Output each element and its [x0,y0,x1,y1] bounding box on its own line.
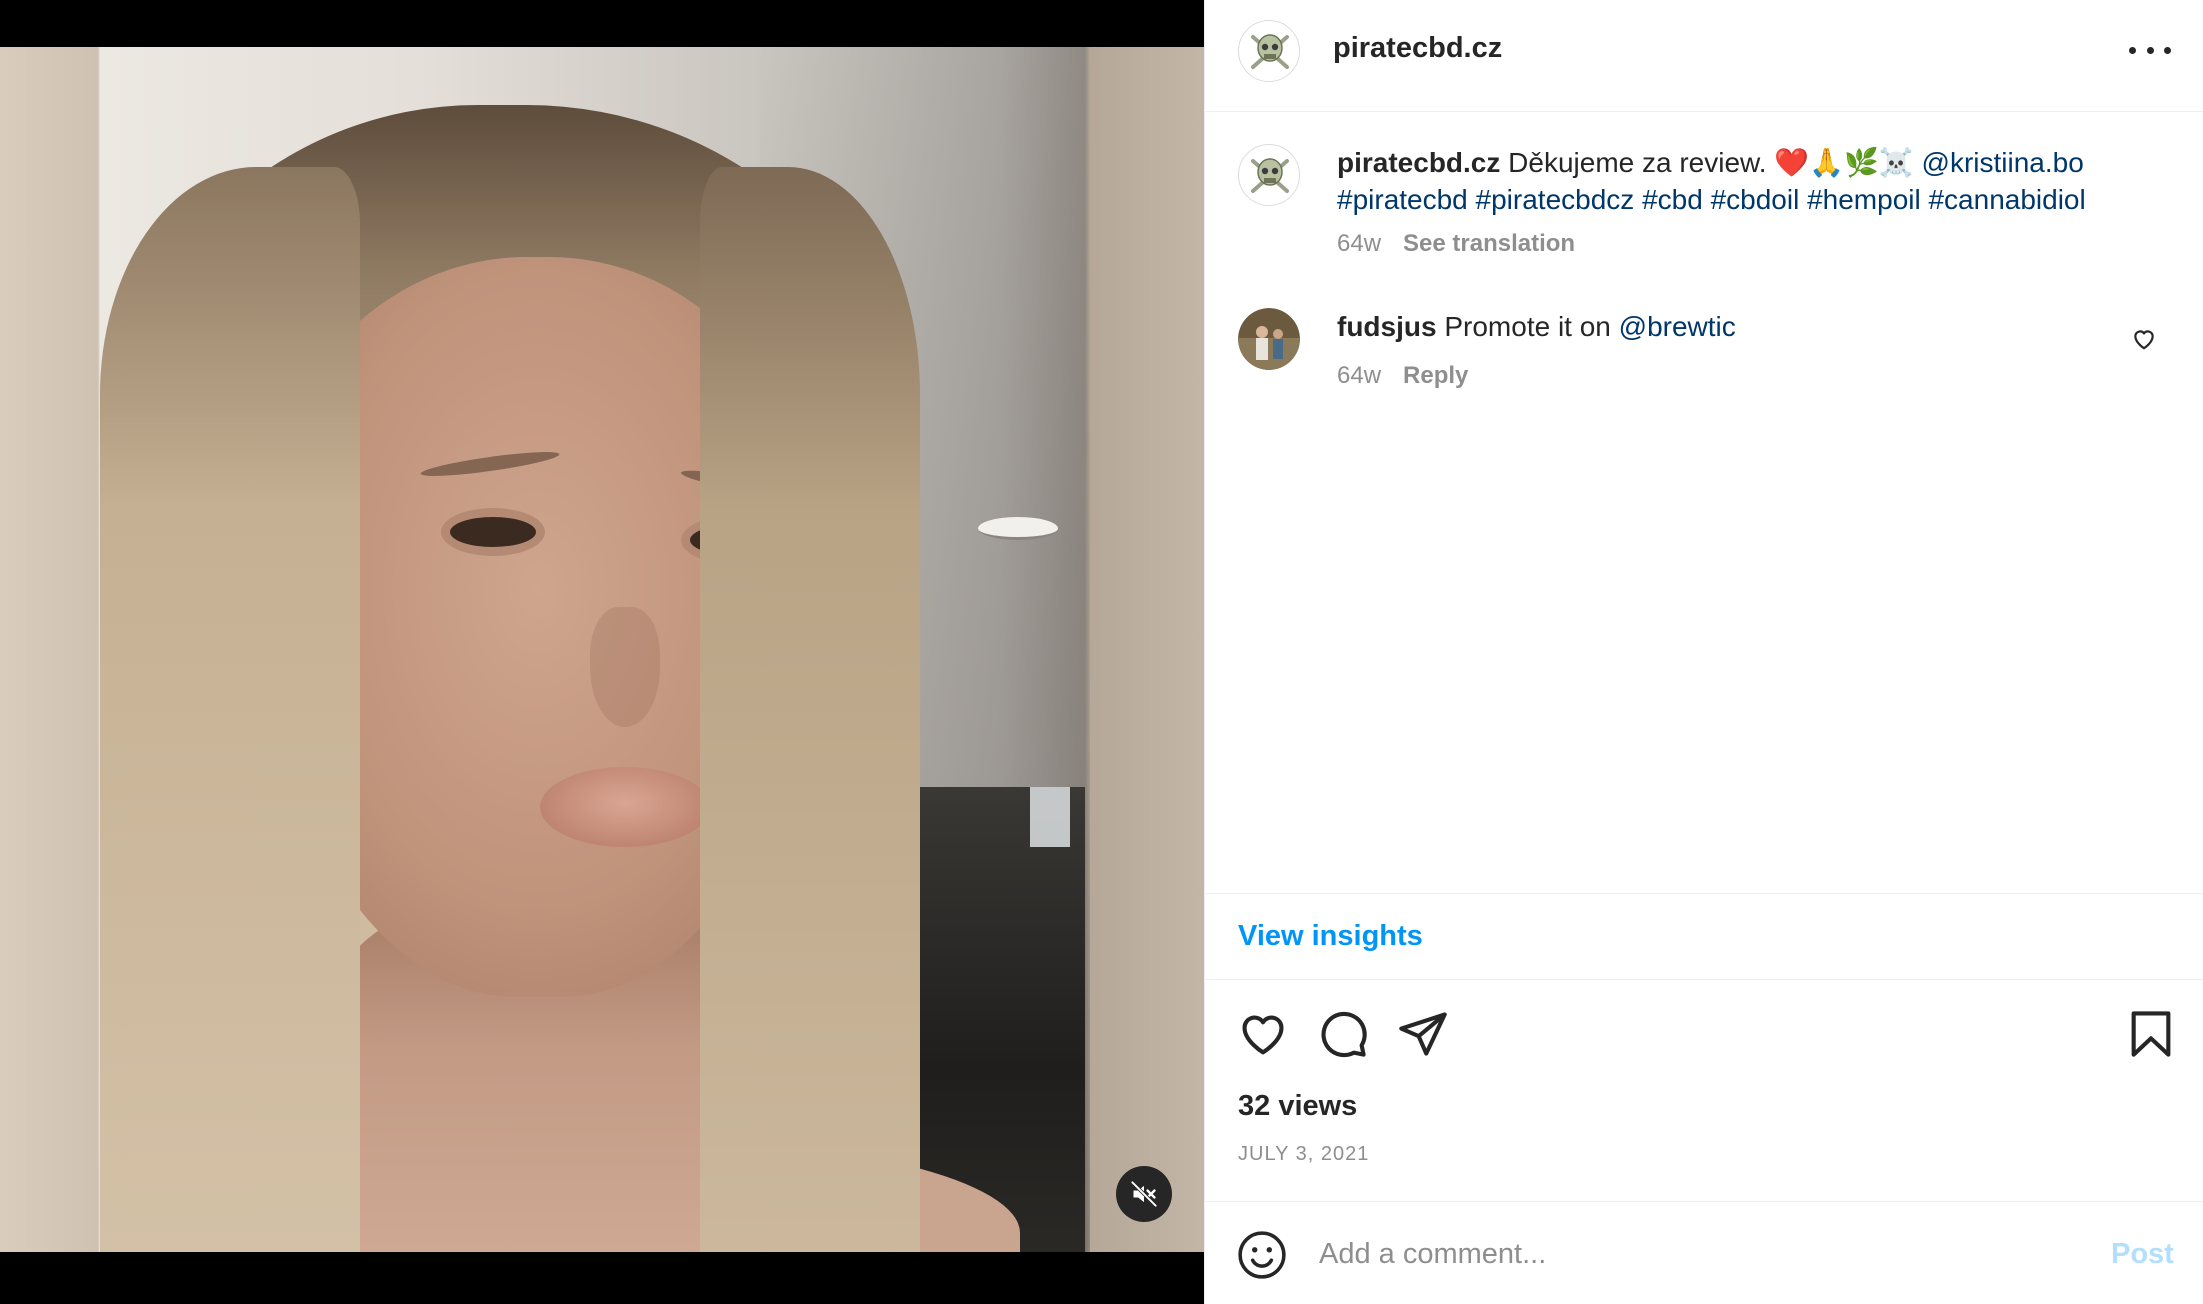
post-header: piratecbd.cz [1205,0,2203,112]
comment-username[interactable]: fudsjus [1337,311,1437,342]
post-date[interactable]: JULY 3, 2021 [1238,1143,1369,1166]
view-insights-link[interactable]: View insights [1238,920,1423,953]
more-dot [2146,46,2154,54]
hair-strand-left [100,167,360,1252]
lips [540,767,710,847]
comment-bubble-icon[interactable] [1317,1008,1369,1060]
reply-button[interactable]: Reply [1403,362,1468,389]
comment-input[interactable] [1317,1228,2041,1280]
commenter-avatar[interactable] [1238,308,1300,370]
mute-button[interactable] [1116,1166,1172,1222]
post-details-panel: piratecbd.cz piratecbd.cz Děkujeme za re… [1204,0,2203,1304]
post-username[interactable]: piratecbd.cz [1333,32,1502,65]
hair-strand-right [700,167,920,1252]
more-options-button[interactable] [2129,34,2171,66]
post-media[interactable] [0,0,1204,1304]
nose [590,607,660,727]
pirate-skull-logo-icon [1240,146,1299,205]
more-options-icon [2129,46,2136,54]
more-dot [2164,46,2171,54]
post-comment-button[interactable]: Post [2111,1238,2174,1271]
paper-plane-icon[interactable] [1397,1008,1449,1060]
bookmark-icon[interactable] [2125,1008,2177,1060]
caption-meta: 64w See translation [1337,230,1575,258]
comment-like-heart-icon[interactable] [2131,326,2157,352]
pirate-skull-logo-icon [1240,22,1299,81]
caption-hashtags[interactable]: #piratecbd #piratecbdcz #cbd #cbdoil #he… [1337,184,2086,215]
insights-bar: View insights [1205,893,2203,980]
background-window [1030,787,1070,847]
see-translation-link[interactable]: See translation [1403,230,1575,257]
emoji-smile-icon[interactable] [1237,1230,1287,1280]
comment-mention[interactable]: @brewtic [1619,311,1736,342]
commenter-photo-icon [1238,308,1300,370]
left-eye [450,517,536,547]
ceiling-lamp [978,517,1058,540]
comment-meta: 64w Reply [1337,362,1468,390]
speaker-muted-icon [1131,1181,1157,1207]
post-caption: piratecbd.cz Děkujeme za review. ❤️🙏🌿☠️ … [1337,144,2177,218]
add-comment-bar: Post [1205,1201,2203,1304]
caption-mention[interactable]: @kristiina.bo [1922,147,2084,178]
avatar[interactable] [1238,20,1300,82]
view-count[interactable]: 32 views [1238,1090,1357,1123]
caption-username[interactable]: piratecbd.cz [1337,147,1500,178]
caption-avatar[interactable] [1238,144,1300,206]
caption-timestamp[interactable]: 64w [1337,230,1381,257]
comment-text: Promote it on [1444,311,1611,342]
comment-timestamp[interactable]: 64w [1337,362,1381,389]
heart-icon[interactable] [1237,1008,1289,1060]
comment-item: fudsjus Promote it on @brewtic [1337,308,1736,345]
video-frame[interactable] [0,47,1204,1252]
caption-text: Děkujeme za review. ❤️🙏🌿☠️ [1508,147,1914,178]
